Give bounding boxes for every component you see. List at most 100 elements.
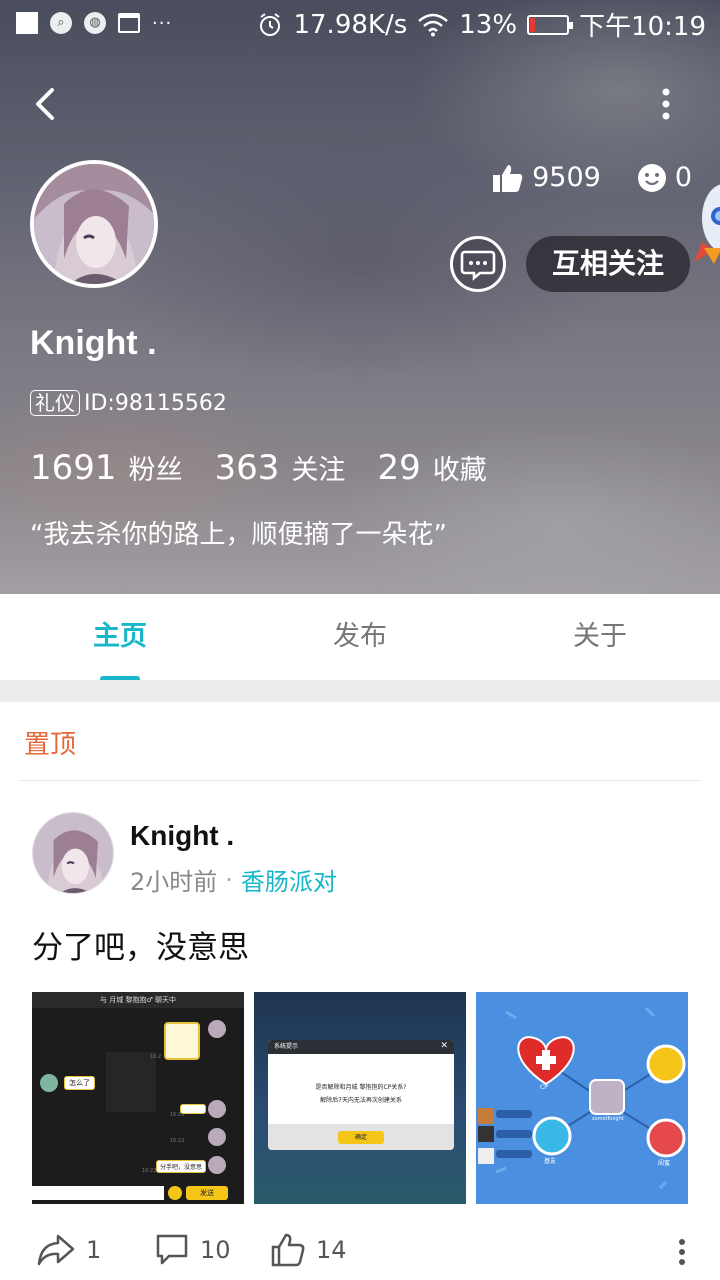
chat-time-1: 16:2 [150, 1054, 162, 1060]
dialog-confirm-button: 确定 [338, 1131, 384, 1144]
profile-id: ID:98115562 [84, 390, 227, 416]
chat-avatar-right-3 [208, 1128, 226, 1146]
chat-emoji-icon [168, 1186, 182, 1200]
mutual-follow-button[interactable]: 互相关注 [526, 236, 690, 292]
dialog-close-icon: ✕ [440, 1041, 448, 1051]
like-action[interactable]: 14 [270, 1232, 347, 1268]
map-node-buddy: 基友 [544, 1158, 557, 1165]
post-text: 分了吧，没意思 [32, 930, 249, 966]
post-meta: 2小时前 · 香肠派对 [130, 862, 337, 897]
following-count[interactable]: 363 [215, 448, 280, 488]
notification-square-icon [16, 12, 38, 34]
more-options-button[interactable] [646, 84, 686, 124]
section-separator [0, 680, 720, 702]
favorites-count[interactable]: 29 [377, 448, 420, 488]
chat-header: 与 月城 黎抱抱♂ 聊天中 [32, 992, 244, 1008]
profile-avatar[interactable] [30, 160, 158, 288]
chat-sticker [164, 1022, 200, 1060]
rocket-floating-icon[interactable] [694, 178, 720, 268]
battery-level-fill [530, 17, 536, 32]
calendar-status-icon [118, 13, 140, 33]
post-more-button[interactable] [668, 1232, 696, 1268]
battery-icon [527, 14, 574, 35]
avatar-image [34, 164, 154, 284]
rocket-icon [694, 184, 720, 264]
post-author-name[interactable]: Knight . [130, 820, 234, 852]
relationship-map [476, 992, 688, 1204]
chat-bubble-left: 怎么了 [64, 1076, 95, 1090]
message-button[interactable] [450, 236, 506, 292]
chat-avatar-right-2 [208, 1100, 226, 1118]
alarm-icon [260, 12, 281, 36]
profile-username: Knight . [30, 324, 157, 362]
search-status-icon: ⌕ [50, 12, 72, 34]
chat-bubble-right-2: 分手吧，没意思 [156, 1160, 207, 1173]
battery-percent: 13% [459, 9, 518, 40]
dialog-title: 系统提示 [268, 1040, 454, 1054]
user-tag-badge[interactable]: 礼仪 [30, 390, 80, 416]
favorites-label[interactable]: 收藏 [433, 448, 487, 487]
back-button[interactable] [28, 84, 68, 124]
post-image-1[interactable]: 与 月城 黎抱抱♂ 聊天中 16:2 怎么了 16:21 16:22 16:22… [32, 992, 244, 1204]
smile-icon [637, 163, 666, 192]
chat-avatar-right-4 [208, 1156, 226, 1174]
chevron-left-icon [36, 88, 54, 120]
follow-counts: 1691 粉丝 363 关注 29 收藏 [30, 448, 519, 488]
tab-about[interactable]: 关于 [480, 594, 720, 680]
header-shade [0, 0, 720, 594]
post-image-2[interactable]: 系统提示 ✕ 是否解除和月城 黎抱抱的CP关系? 解除后7天内无法再次创建关系 … [254, 992, 466, 1204]
dialog-box: 系统提示 ✕ 是否解除和月城 黎抱抱的CP关系? 解除后7天内无法再次创建关系 … [268, 1040, 454, 1150]
status-time: 下午10:19 [579, 12, 706, 42]
map-node-bestie: 闺蜜 [658, 1160, 671, 1167]
tab-posts[interactable]: 发布 [240, 594, 480, 680]
divider [20, 780, 700, 781]
post-time: 2小时前 [130, 868, 218, 896]
post-image-3[interactable]: sometKnight CP 基友 闺蜜 [476, 992, 688, 1204]
like-count: 14 [316, 1236, 347, 1264]
profile-bio: “我去杀你的路上，顺便摘了一朵花” [30, 520, 447, 550]
fans-count[interactable]: 1691 [30, 448, 117, 488]
chat-send-button: 发送 [186, 1186, 228, 1200]
chat-bubble-icon [460, 250, 496, 281]
post-actions: 1 10 14 [0, 1228, 720, 1280]
vertical-dots-icon [662, 88, 670, 120]
chat-time-3: 16:22 [170, 1138, 185, 1144]
share-count: 1 [86, 1236, 102, 1264]
comment-icon [156, 1234, 188, 1265]
post-author-avatar[interactable] [32, 812, 114, 894]
fans-label[interactable]: 粉丝 [129, 448, 183, 487]
profile-id-row: 礼仪 ID:98115562 [30, 390, 227, 416]
dialog-body-2: 解除后7天内无法再次创建关系 [320, 1097, 402, 1104]
share-icon [37, 1234, 75, 1266]
status-bar: ⌕ ◍ ··· 17.98K/s 13% 下午10:19 [0, 0, 720, 50]
profile-tabs: 主页 发布 关于 [0, 594, 720, 680]
wifi-icon [418, 13, 449, 36]
likes-count: 9509 [532, 162, 601, 193]
map-center-label: sometKnight [592, 1116, 624, 1122]
likes-stat[interactable]: 9509 [492, 162, 601, 193]
profile-reactions: 9509 0 [492, 162, 692, 193]
smiles-stat[interactable]: 0 [637, 162, 692, 193]
chat-watermark [106, 1052, 156, 1112]
avatar-image [33, 813, 113, 893]
post-topic-link[interactable]: 香肠派对 [241, 862, 337, 897]
chat-time-4: 16:22 [142, 1168, 157, 1174]
tab-home[interactable]: 主页 [0, 594, 240, 680]
globe-status-icon: ◍ [84, 12, 106, 34]
following-label[interactable]: 关注 [291, 448, 345, 487]
more-notifications-icon: ··· [152, 12, 173, 34]
map-node-cp: CP [540, 1084, 548, 1091]
chat-bubble-right-1 [180, 1104, 206, 1114]
dialog-body-1: 是否解除和月城 黎抱抱的CP关系? [315, 1084, 407, 1091]
chat-avatar-left [40, 1074, 58, 1092]
comment-action[interactable]: 10 [154, 1232, 231, 1268]
profile-header: ⌕ ◍ ··· 17.98K/s 13% 下午10:19 9509 0 互相关注… [0, 0, 720, 594]
share-action[interactable]: 1 [36, 1232, 101, 1268]
chat-input-bar [32, 1186, 164, 1200]
comment-count: 10 [200, 1236, 231, 1264]
thumbs-up-icon [493, 164, 523, 192]
smiles-count: 0 [674, 162, 692, 193]
vertical-dots-icon [679, 1239, 685, 1265]
meta-separator: · [225, 865, 233, 894]
chat-avatar-right [208, 1020, 226, 1038]
